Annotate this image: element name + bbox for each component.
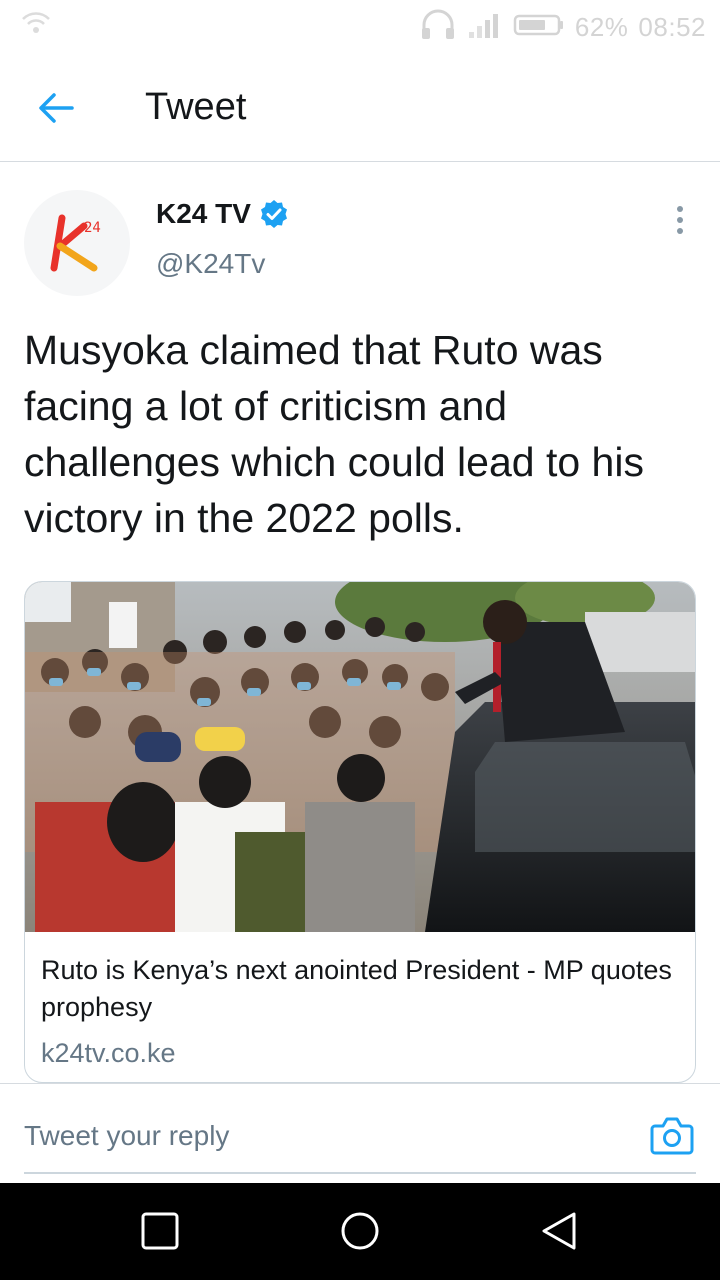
recents-square-icon <box>141 1212 179 1250</box>
system-nav-bar <box>0 1183 720 1280</box>
card-title: Ruto is Kenya’s next anointed President … <box>41 955 672 1022</box>
k24-logo-icon: 24 <box>50 214 101 272</box>
clock: 08:52 <box>638 11 706 42</box>
back-triangle-icon <box>542 1212 576 1250</box>
status-bar: 62% 08:52 <box>0 0 720 54</box>
reply-input[interactable] <box>24 1102 584 1170</box>
card-domain: k24tv.co.ke <box>41 1038 176 1068</box>
arrow-left-icon <box>39 93 74 123</box>
avatar[interactable]: 24 <box>24 190 130 296</box>
recents-button[interactable] <box>138 1209 182 1253</box>
back-button[interactable] <box>30 82 82 134</box>
page-title: Tweet <box>145 86 247 128</box>
battery-icon <box>513 12 565 43</box>
author-handle[interactable]: @K24Tv <box>156 248 265 280</box>
camera-button[interactable] <box>650 1114 694 1156</box>
more-dot <box>677 217 683 223</box>
more-dot <box>677 206 683 212</box>
status-icons: 62% 08:52 <box>419 8 706 47</box>
svg-text:24: 24 <box>84 220 101 236</box>
more-dot <box>677 228 683 234</box>
link-card[interactable]: Ruto is Kenya’s next anointed President … <box>24 581 696 1083</box>
verified-badge-icon <box>260 200 287 228</box>
headset-icon <box>419 8 457 47</box>
more-options-button[interactable] <box>668 202 692 238</box>
home-circle-icon <box>341 1212 379 1250</box>
reply-bar <box>0 1083 720 1183</box>
battery-percent: 62% <box>574 11 629 42</box>
tweet-text: Musyoka claimed that Ruto was facing a l… <box>24 327 644 541</box>
author-name-text: K24 TV <box>156 198 251 229</box>
signal-icon <box>467 10 503 45</box>
author-name[interactable]: K24 TV <box>156 198 289 230</box>
reply-underline <box>24 1172 696 1174</box>
nav-back-button[interactable] <box>538 1209 582 1253</box>
hotspot-icon <box>18 12 54 40</box>
card-image <box>25 582 695 932</box>
camera-icon <box>650 1117 694 1155</box>
app-header: Tweet <box>0 54 720 162</box>
home-button[interactable] <box>338 1209 382 1253</box>
